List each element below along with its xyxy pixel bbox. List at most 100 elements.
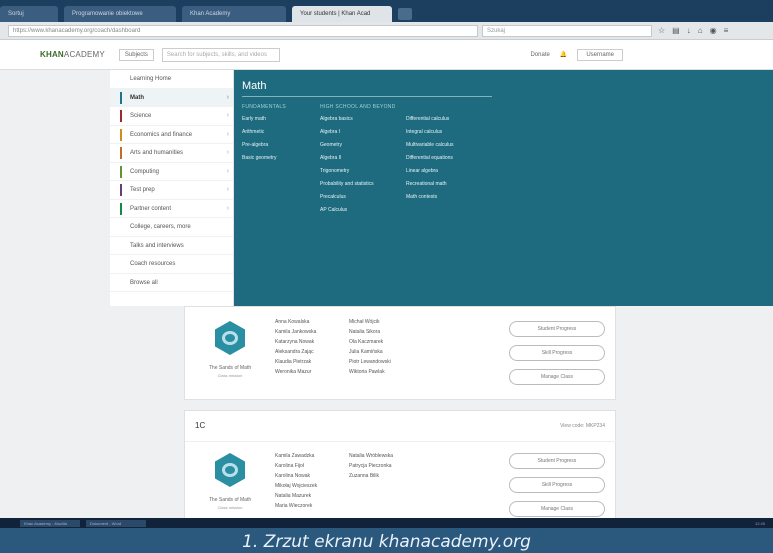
manage-class-button[interactable]: Manage Class (509, 501, 605, 517)
student-name[interactable]: Karolina Nowak (275, 473, 310, 479)
classes-area: The Sands of Math Class mission Student … (0, 306, 773, 528)
chevron-right-icon: › (226, 204, 229, 212)
view-code-link[interactable]: View code: MKP234 (560, 423, 605, 429)
student-name[interactable]: Natalia Mazurek (275, 493, 311, 499)
download-icon[interactable]: ↓ (687, 26, 691, 35)
math-topic-link[interactable]: Precalculus (320, 194, 346, 200)
math-topic-link[interactable]: Differential equations (406, 155, 453, 161)
class-title: 1C (195, 421, 206, 430)
student-name[interactable]: Ola Kaczmarek (349, 339, 383, 345)
math-topic-link[interactable]: Algebra basics (320, 116, 353, 122)
student-name[interactable]: Michał Wójcik (349, 319, 380, 325)
chevron-right-icon: › (226, 130, 229, 138)
badge-title: The Sands of Math (208, 365, 252, 371)
student-name[interactable]: Katarzyna Nowak (275, 339, 314, 345)
student-name[interactable]: Klaudia Pietrzak (275, 359, 311, 365)
subject-menu-item[interactable]: Partner content › (110, 200, 233, 218)
math-topic-link[interactable]: Probability and statistics (320, 181, 374, 187)
math-topic-link[interactable]: Trigonometry (320, 168, 349, 174)
browser-tab[interactable]: Sortuj (0, 6, 58, 22)
student-progress-button[interactable]: Student Progress (509, 321, 605, 337)
student-name[interactable]: Karolina Fijoł (275, 463, 304, 469)
subject-menu-label: Science (130, 113, 152, 119)
math-topic-link[interactable]: Basic geometry (242, 155, 276, 161)
math-topic-link[interactable]: Pre-algebra (242, 142, 268, 148)
student-name[interactable]: Maria Wieczorek (275, 503, 312, 509)
subject-menu-item[interactable]: Test prep › (110, 181, 233, 200)
address-bar[interactable]: https://www.khanacademy.org/coach/dashbo… (8, 24, 478, 37)
subject-menu-item[interactable]: Computing › (110, 163, 233, 181)
browser-search-input[interactable]: Szukaj (482, 24, 652, 37)
divider (185, 441, 617, 442)
khan-search-input[interactable]: Search for subjects, skills, and videos (161, 47, 280, 62)
student-name[interactable]: Julia Kamińska (349, 349, 383, 355)
star-icon[interactable]: ☆ (658, 26, 665, 35)
browser-toolbar: https://www.khanacademy.org/coach/dashbo… (0, 22, 773, 40)
taskbar-item[interactable]: Khan Academy - Mozilla (20, 519, 80, 527)
notifications-icon[interactable]: 🔔 (560, 51, 567, 58)
subject-menu-label: Learning Home (130, 76, 172, 82)
student-name[interactable]: Weronika Mazur (275, 369, 311, 375)
browser-tab[interactable]: Khan Academy (182, 6, 286, 22)
math-topic-link[interactable]: Multivariable calculus (406, 142, 454, 148)
subject-menu-item[interactable]: Math › (110, 88, 233, 107)
subject-menu-item[interactable]: Economics and finance › (110, 126, 233, 144)
khan-logo[interactable]: KHANACADEMY (40, 50, 105, 59)
taskbar-item[interactable]: Dokument - Word (86, 519, 146, 527)
student-name[interactable]: Anna Kowalska (275, 319, 309, 325)
subject-menu-item[interactable]: Browse all (110, 274, 233, 292)
user-menu[interactable]: Username (577, 48, 623, 61)
student-name[interactable]: Zuzanna Bilik (349, 473, 379, 479)
highschool-header: HIGH SCHOOL AND BEYOND (320, 104, 396, 110)
manage-class-button[interactable]: Manage Class (509, 369, 605, 385)
math-topic-link[interactable]: Integral calculus (406, 129, 442, 135)
badge-hex-icon (215, 321, 245, 355)
math-topic-link[interactable]: Early math (242, 116, 266, 122)
addon-icon[interactable]: ◉ (710, 26, 717, 35)
figure-caption: 1. Zrzut ekranu khanacademy.org (0, 528, 773, 553)
subject-menu-item[interactable]: Learning Home (110, 70, 233, 89)
subject-menu-label: Math (130, 94, 144, 101)
math-topic-link[interactable]: Math contests (406, 194, 437, 200)
student-name[interactable]: Kamila Jankowska (275, 329, 316, 335)
math-topic-link[interactable]: Arithmetic (242, 129, 264, 135)
subject-menu-item[interactable]: Science › (110, 107, 233, 126)
math-title: Math (242, 80, 267, 92)
subjects-dropdown[interactable]: Subjects (118, 48, 154, 61)
browser-tab[interactable]: Programowanie obiektowe (64, 6, 176, 22)
home-icon[interactable]: ⌂ (698, 26, 703, 35)
subject-menu-item[interactable]: Arts and humanities › (110, 144, 233, 163)
student-name[interactable]: Mikołaj Wojcieszek (275, 483, 317, 489)
subject-menu-item[interactable]: Coach resources (110, 255, 233, 274)
student-progress-button[interactable]: Student Progress (509, 453, 605, 469)
subject-menu-item[interactable]: College, careers, more (110, 218, 233, 237)
menu-icon[interactable]: ≡ (724, 26, 729, 35)
donate-link[interactable]: Donate (530, 52, 549, 58)
student-name[interactable]: Patrycja Pieczonka (349, 463, 392, 469)
student-name[interactable]: Wiktoria Pawlak (349, 369, 385, 375)
skill-progress-button[interactable]: Skill Progress (509, 477, 605, 493)
subject-menu-label: Browse all (130, 279, 158, 286)
browser-tab-active[interactable]: Your students | Khan Acad (292, 6, 392, 22)
student-name[interactable]: Natalia Wróblewska (349, 453, 393, 459)
subject-color-bar (120, 73, 122, 85)
subject-menu-item[interactable]: Talks and interviews (110, 237, 233, 255)
math-topic-link[interactable]: Geometry (320, 142, 342, 148)
math-topic-link[interactable]: Recreational math (406, 181, 447, 187)
math-topic-link[interactable]: Linear algebra (406, 168, 438, 174)
skill-progress-button[interactable]: Skill Progress (509, 345, 605, 361)
student-name[interactable]: Piotr Lewandowski (349, 359, 391, 365)
subject-menu-label: Arts and humanities (130, 150, 184, 156)
student-name[interactable]: Aleksandra Zając (275, 349, 314, 355)
student-name[interactable]: Kamila Zawadzka (275, 453, 314, 459)
toolbar-icons: ☆ ▤ ↓ ⌂ ◉ ≡ (658, 26, 728, 35)
math-topic-link[interactable]: Algebra II (320, 155, 341, 161)
new-tab-button[interactable] (398, 8, 412, 20)
badge-hex-icon (215, 453, 245, 487)
math-topic-link[interactable]: Differential calculus (406, 116, 449, 122)
bookmarks-icon[interactable]: ▤ (672, 26, 680, 35)
math-topic-link[interactable]: Algebra I (320, 129, 340, 135)
math-topic-link[interactable]: AP Calculus (320, 207, 347, 213)
chevron-right-icon: › (226, 149, 229, 156)
student-name[interactable]: Natalia Sikora (349, 329, 380, 335)
